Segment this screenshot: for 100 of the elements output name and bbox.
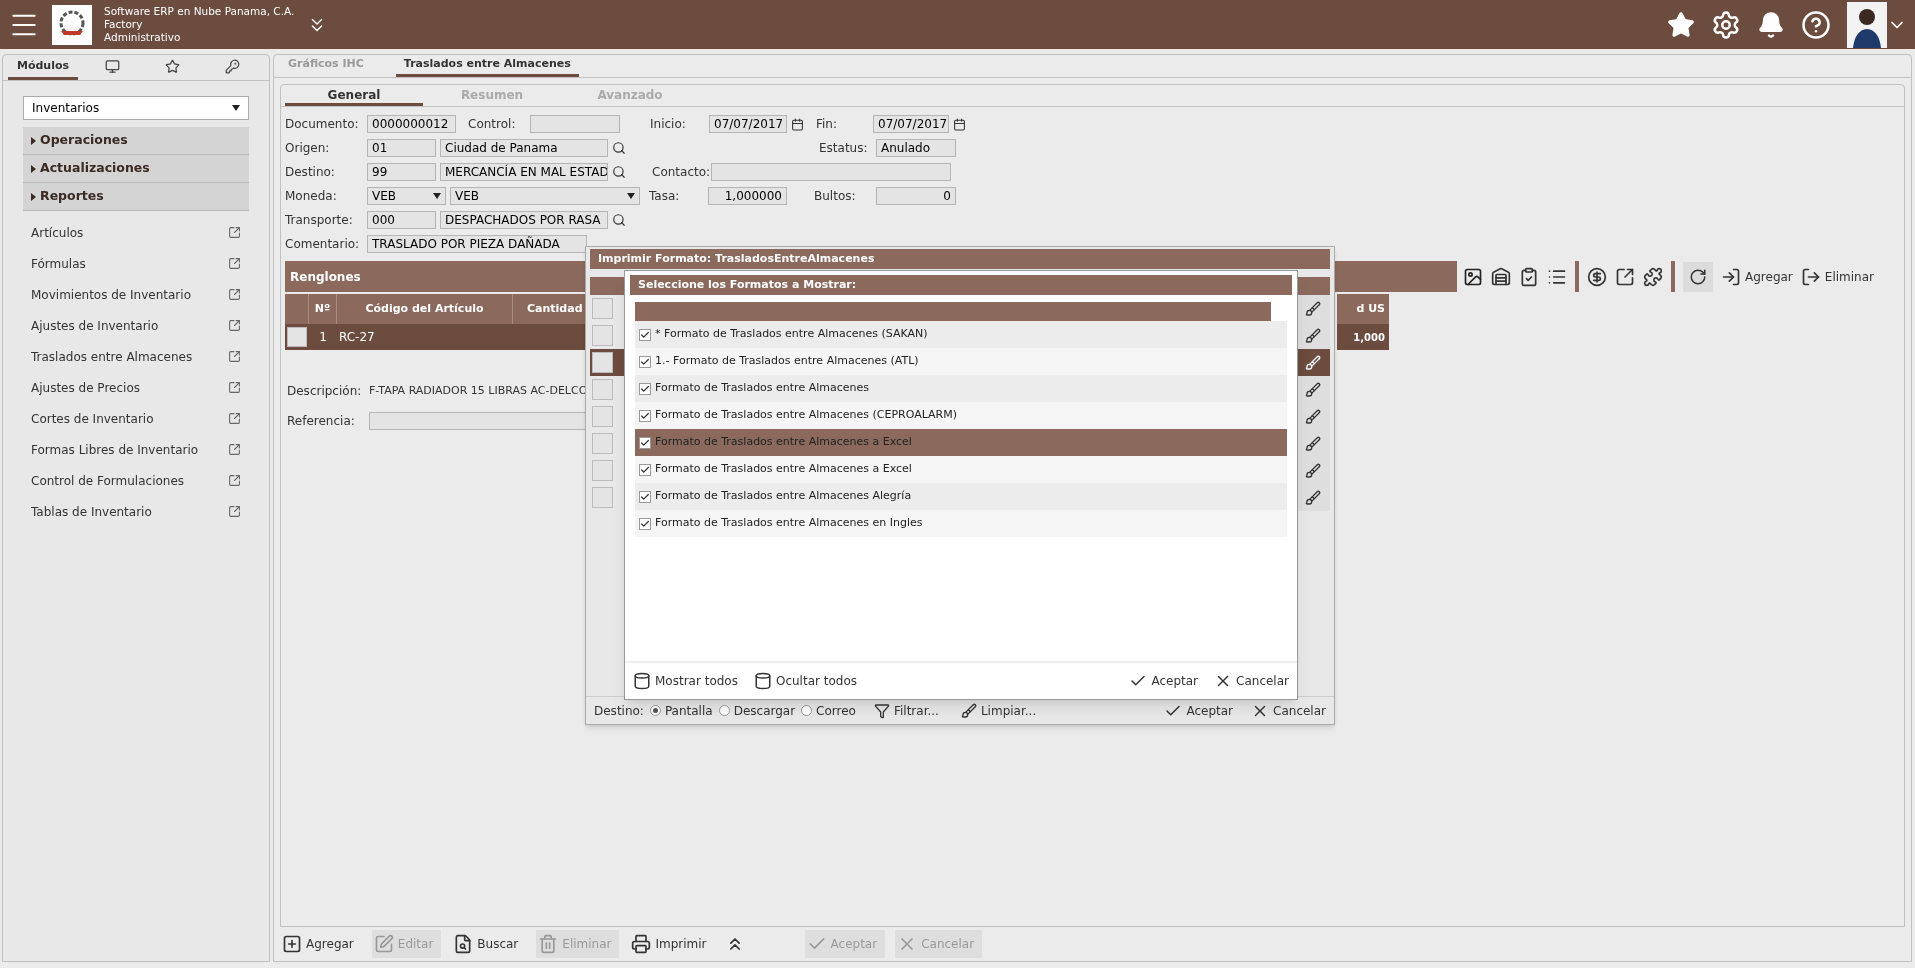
show-all-button[interactable]: Mostrar todos [633,672,738,690]
broom-icon[interactable] [1305,408,1321,425]
module-link[interactable]: Cortes de Inventario [31,409,154,428]
external-link-icon[interactable] [228,288,241,301]
bell-icon[interactable] [1757,10,1785,39]
accordion-header[interactable]: Reportes [23,183,249,211]
start-date-field[interactable]: 07/07/2017 [709,115,787,133]
grid-row[interactable] [1296,376,1330,403]
format-row[interactable]: Formato de Traslados entre Almacenes en Ingles [635,510,1287,537]
comment-field[interactable]: TRASLADO POR PIEZA DAÑADA [367,235,587,253]
format-row[interactable]: 1.- Formato de Traslados entre Almacenes (ATL) [635,348,1287,375]
broom-icon[interactable] [1305,381,1321,398]
puzzle-icon[interactable] [1643,266,1663,287]
row-checkbox[interactable] [592,487,613,508]
checkbox[interactable] [639,382,651,395]
sidebar-tab[interactable]: Módulos [8,55,78,80]
grid-row[interactable] [1296,322,1330,349]
refresh-button[interactable] [1683,261,1713,292]
action-button[interactable]: Imprimir [629,930,715,958]
external-link-icon[interactable] [228,474,241,487]
origin-code-field[interactable]: 01 [367,139,436,157]
add-line-button[interactable]: Agregar [1721,266,1793,287]
broom-icon[interactable] [1305,327,1321,344]
row-checkbox[interactable] [592,298,613,319]
row-checkbox[interactable] [287,327,307,347]
star-icon[interactable] [1667,10,1695,39]
search-icon[interactable] [612,165,626,179]
control-field[interactable] [530,115,620,133]
grid-row[interactable] [590,349,624,376]
row-checkbox[interactable] [592,325,613,346]
broom-icon[interactable] [1305,462,1321,479]
format-row[interactable]: * Formato de Traslados entre Almacenes (SAKAN) [635,321,1287,348]
grid-row[interactable] [1296,349,1330,376]
remove-line-button[interactable]: Eliminar [1800,266,1874,287]
hide-all-button[interactable]: Ocultar todos [753,672,857,690]
checkbox[interactable] [639,436,651,449]
action-button[interactable]: Buscar [451,930,527,958]
transport-code-field[interactable]: 000 [367,211,436,229]
accordion-header[interactable]: Operaciones [23,127,249,155]
image-icon[interactable] [1463,266,1483,287]
destination-radio[interactable]: Pantalla [649,701,713,720]
module-select[interactable]: Inventarios [23,96,249,120]
external-link-icon[interactable] [228,412,241,425]
transport-name-field[interactable]: DESPACHADOS POR RASA [440,211,608,229]
broom-icon[interactable] [1305,354,1321,371]
destination-radio[interactable]: Correo [801,701,856,720]
module-link[interactable]: Ajustes de Inventario [31,316,159,335]
module-link[interactable]: Formas Libres de Inventario [31,440,199,459]
grid-row[interactable] [1296,295,1330,322]
external-link-icon[interactable] [228,257,241,270]
broom-icon[interactable] [1305,435,1321,452]
action-button[interactable]: Agregar [280,930,362,958]
search-icon[interactable] [612,141,626,155]
module-link[interactable]: Traslados entre Almacenes [31,347,193,366]
format-row[interactable]: Formato de Traslados entre Almacenes a Excel [635,456,1287,483]
end-date-field[interactable]: 07/07/2017 [873,115,949,133]
row-checkbox[interactable] [592,406,613,427]
broom-icon[interactable] [1305,489,1321,506]
module-link[interactable]: Ajustes de Precios [31,378,140,397]
section-tab[interactable]: General [285,86,423,106]
external-link-icon[interactable] [1615,266,1635,287]
cancel-button[interactable]: Cancelar [1214,672,1289,690]
row-checkbox[interactable] [592,433,613,454]
select-field[interactable]: VEB [367,187,446,205]
accordion-header[interactable]: Actualizaciones [23,155,249,183]
select-field[interactable]: VEB [450,187,640,205]
clipboard-check-icon[interactable] [1519,266,1539,287]
format-row[interactable]: Formato de Traslados entre Almacenes (CEPROALARM) [635,402,1287,429]
rate-field[interactable]: 1,000000 [708,187,787,205]
row-checkbox[interactable] [592,460,613,481]
grid-row[interactable] [1296,484,1330,511]
document-number-field[interactable]: 0000000012 [367,115,456,133]
cancel-button[interactable]: Cancelar [1251,701,1326,720]
external-link-icon[interactable] [228,381,241,394]
checkbox[interactable] [639,328,651,341]
clear-button[interactable]: Limpiar... [960,701,1037,720]
status-field[interactable]: Anulado [876,139,956,157]
external-link-icon[interactable] [228,319,241,332]
broom-icon[interactable] [1305,300,1321,317]
table-row[interactable]: 1 RC-27 [285,324,587,350]
destination-code-field[interactable]: 99 [367,163,436,181]
checkbox[interactable] [639,517,651,530]
avatar[interactable] [1847,1,1887,48]
accept-button[interactable]: Aceptar [1129,672,1199,690]
accept-button[interactable]: Aceptar [1164,701,1234,720]
row-checkbox[interactable] [592,352,613,373]
checkbox[interactable] [639,463,651,476]
document-tab[interactable]: Traslados entre Almacenes [395,55,579,77]
checkbox[interactable] [639,355,651,368]
module-link[interactable]: Tablas de Inventario [31,502,152,521]
destination-radio[interactable]: Descargar [718,701,796,720]
search-icon[interactable] [612,213,626,227]
module-link[interactable]: Movimientos de Inventario [31,285,191,304]
warehouse-icon[interactable] [1491,266,1511,287]
format-row[interactable]: Formato de Traslados entre Almacenes [635,375,1287,402]
external-link-icon[interactable] [228,350,241,363]
module-link[interactable]: Control de Formulaciones [31,471,185,490]
packages-field[interactable]: 0 [876,187,956,205]
dollar-icon[interactable] [1587,266,1607,287]
filter-button[interactable]: Filtrar... [873,701,939,720]
